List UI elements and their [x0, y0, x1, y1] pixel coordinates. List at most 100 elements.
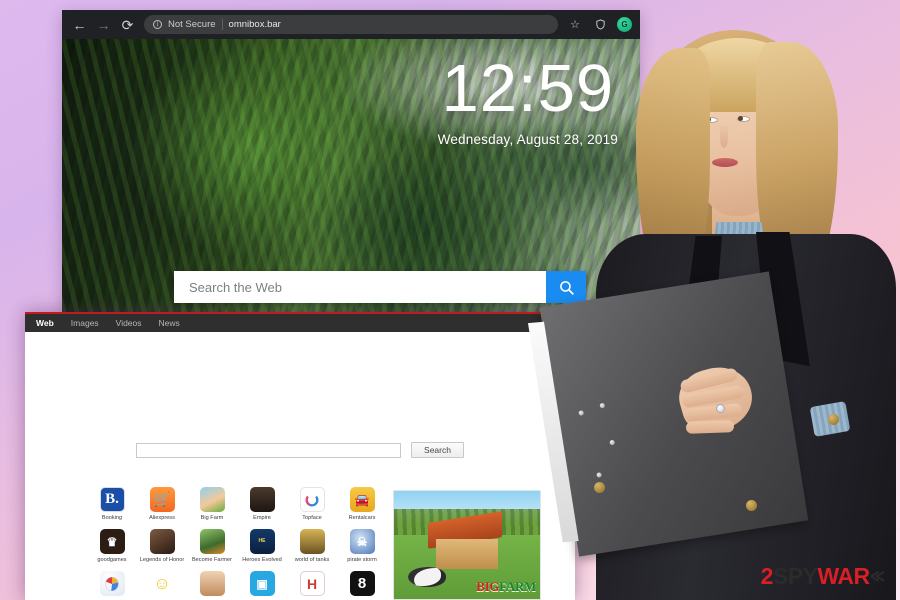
tile-row3-5[interactable]: H: [287, 571, 337, 599]
tile-empire[interactable]: Empire: [237, 487, 287, 521]
tile-label: Big Farm: [200, 515, 224, 521]
portal-search-input[interactable]: [136, 442, 402, 458]
tile-rentalcars[interactable]: 🚘 Rentalcars: [337, 487, 387, 521]
blue-square-icon: ▣: [249, 571, 275, 597]
finger: [685, 420, 735, 434]
empire-icon: [249, 487, 275, 512]
tile-topface[interactable]: Topface: [287, 487, 337, 521]
blazer-button: [828, 414, 839, 425]
binder-rivet: [599, 402, 606, 409]
tile-label: Heroes Evolved: [242, 557, 282, 564]
tile-row3-6[interactable]: 8: [337, 571, 387, 599]
become-farmer-icon: [199, 529, 225, 555]
tile-booking[interactable]: B. Booking: [87, 487, 137, 521]
binder-rivet: [609, 439, 616, 446]
forward-arrow-icon[interactable]: →: [96, 17, 111, 32]
tab-news[interactable]: News: [159, 318, 180, 328]
tile-label: Topface: [302, 515, 322, 521]
promo-logo-big: BIG: [476, 579, 500, 594]
tile-legends-of-honor[interactable]: Legends of Honor: [137, 529, 187, 563]
tile-label: Legends of Honor: [139, 557, 185, 564]
shortcut-tiles: B. Booking 🛒 Aliexpress Big Farm Empire: [87, 487, 387, 600]
ring: [716, 404, 725, 413]
tile-label: Become Farmer: [191, 557, 233, 564]
tile-label: Aliexpress: [149, 515, 175, 521]
tile-world-of-tanks[interactable]: world of tanks: [287, 529, 337, 563]
tile-row3-4[interactable]: ▣: [237, 571, 287, 599]
booking-glyph: B.: [100, 488, 124, 511]
promo-farmhouse: [424, 511, 506, 571]
tile-become-farmer[interactable]: Become Farmer: [187, 529, 237, 563]
tile-row3-2[interactable]: ☺: [137, 571, 187, 599]
new-tab-page: 12:59 Wednesday, August 28, 2019 Search …: [62, 39, 640, 315]
tile-aliexpress[interactable]: 🛒 Aliexpress: [137, 487, 187, 521]
tab-images[interactable]: Images: [71, 318, 99, 328]
tile-heroes-evolved[interactable]: HE Heroes Evolved: [237, 529, 287, 563]
binder-folder: [539, 271, 809, 557]
blazer-button: [594, 482, 605, 493]
nose: [720, 126, 728, 148]
tile-row: B. Booking 🛒 Aliexpress Big Farm Empire: [87, 487, 387, 521]
topface-icon: [299, 487, 325, 512]
tile-row3-3[interactable]: [187, 571, 237, 599]
binder-rivet: [578, 410, 585, 416]
watermark-chevron-icon: ≪: [869, 566, 885, 586]
figure-eight-icon: 8: [349, 571, 375, 597]
smiley-icon: ☺: [149, 571, 175, 597]
2spyware-watermark: 2 SPY WAR ≪: [761, 563, 886, 590]
tab-web[interactable]: Web: [36, 318, 54, 328]
portal-search-row: Search: [25, 442, 575, 458]
lips: [712, 158, 738, 167]
newtab-search-input[interactable]: Search the Web: [174, 271, 546, 303]
portal-search-button[interactable]: Search: [411, 442, 464, 458]
letter-h-icon: H: [299, 571, 325, 597]
portal-tab-bar: Web Images Videos News: [25, 314, 575, 332]
tile-goodgames[interactable]: ♛ goodgames: [87, 529, 137, 563]
rentalcars-icon: 🚘: [349, 487, 375, 512]
tile-label: pirate storm: [347, 557, 377, 564]
tile-label: Empire: [253, 515, 271, 521]
binder-rivet: [596, 472, 602, 478]
big-farm-icon: [199, 487, 225, 512]
tile-pirate-storm[interactable]: ☠ pirate storm: [337, 529, 387, 563]
browser-toolbar: ← → ⟳ i Not Secure omnibox.bar ☆ G: [62, 10, 640, 39]
pirate-storm-icon: ☠: [349, 529, 375, 555]
big-farm-promo-banner[interactable]: BIGFARM: [393, 490, 541, 600]
address-bar[interactable]: i Not Secure omnibox.bar: [144, 15, 558, 34]
promo-logo-farm: FARM: [499, 579, 536, 594]
omnibox-divider: [221, 19, 223, 30]
tile-label: goodgames: [97, 557, 127, 564]
promo-cow: [408, 567, 446, 587]
tile-row3-1[interactable]: [87, 571, 137, 599]
watermark-ware: WAR: [817, 563, 870, 589]
businesswoman-photo: [539, 22, 900, 600]
tile-label: Booking: [101, 515, 123, 521]
tab-videos[interactable]: Videos: [116, 318, 142, 328]
tile-big-farm[interactable]: Big Farm: [187, 487, 237, 521]
tile-row: ♛ goodgames Legends of Honor Become Farm…: [87, 529, 387, 563]
booking-icon: B.: [99, 487, 125, 512]
portal-content: Search B. Booking 🛒 Aliexpress Big Farm: [25, 332, 575, 600]
tile-row: ☺ ▣ H 8: [87, 571, 387, 599]
tile-label: Rentalcars: [348, 515, 376, 521]
security-status-label: Not Secure: [168, 19, 216, 30]
pupil-right: [738, 116, 743, 121]
world-of-tanks-icon: [299, 529, 325, 555]
watermark-2: 2: [760, 563, 774, 589]
info-circle-icon[interactable]: i: [153, 20, 162, 29]
watermark-spy: SPY: [772, 563, 818, 589]
search-portal-window: Web Images Videos News Search B. Booking…: [25, 312, 575, 600]
heroes-evolved-icon: HE: [249, 529, 275, 555]
back-arrow-icon[interactable]: ←: [72, 17, 87, 32]
aliexpress-cart-icon: 🛒: [149, 487, 175, 512]
promo-logo: BIGFARM: [476, 579, 536, 595]
address-bar-url: omnibox.bar: [228, 19, 281, 30]
newtab-search-bar[interactable]: Search the Web: [174, 271, 586, 303]
colorful-circle-icon: [99, 571, 125, 597]
promo-wall: [436, 539, 498, 569]
browser-window: ← → ⟳ i Not Secure omnibox.bar ☆ G 12:59…: [62, 10, 640, 315]
blazer-button: [746, 500, 757, 511]
reload-icon[interactable]: ⟳: [120, 17, 135, 32]
portrait-icon: [199, 571, 225, 597]
tile-label: world of tanks: [294, 557, 330, 564]
